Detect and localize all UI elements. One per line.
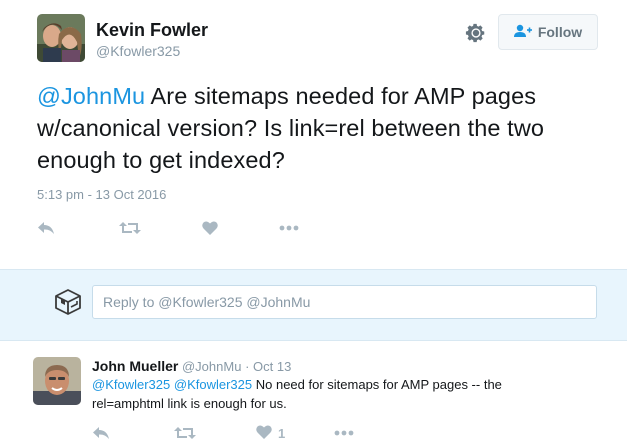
reply-input[interactable]: Reply to @Kfowler325 @JohnMu: [92, 285, 597, 319]
like-button[interactable]: 1: [256, 423, 285, 443]
retweet-icon[interactable]: [119, 218, 141, 238]
reply-text: @Kfowler325 @Kfowler325 No need for site…: [92, 375, 562, 413]
tweet-text: @JohnMu Are sitemaps needed for AMP page…: [37, 80, 607, 176]
author-name[interactable]: Kevin Fowler: [96, 20, 208, 41]
reply-tweet: John Mueller @JohnMu · Oct 13 @Kfowler32…: [0, 345, 627, 447]
mention-link[interactable]: @Kfowler325: [174, 377, 252, 392]
reply-date[interactable]: Oct 13: [253, 359, 291, 374]
reply-header: John Mueller @JohnMu · Oct 13: [92, 358, 291, 374]
more-icon[interactable]: [334, 423, 354, 443]
gear-icon[interactable]: [465, 22, 487, 44]
reply-separator: ·: [245, 359, 250, 374]
avatar[interactable]: [37, 14, 85, 62]
reply-icon[interactable]: [92, 423, 110, 443]
author-handle[interactable]: @Kfowler325: [96, 43, 180, 59]
avatar[interactable]: [33, 357, 81, 405]
follow-label: Follow: [537, 24, 583, 40]
reply-actions: 1: [92, 423, 392, 443]
tweet-timestamp[interactable]: 5:13 pm - 13 Oct 2016: [37, 187, 166, 202]
heart-icon: [256, 424, 272, 442]
like-count: 1: [278, 425, 286, 441]
reply-author-name[interactable]: John Mueller: [92, 358, 178, 374]
follow-button[interactable]: Follow: [498, 14, 598, 50]
add-user-icon: [513, 24, 532, 41]
reply-composer-icon: [53, 286, 83, 318]
tweet-header: Kevin Fowler @Kfowler325 Follow: [37, 14, 617, 64]
reply-icon[interactable]: [37, 218, 55, 238]
tweet-actions: [37, 218, 337, 238]
more-icon[interactable]: [279, 218, 299, 238]
reply-composer: Reply to @Kfowler325 @JohnMu: [0, 269, 627, 341]
mention-link[interactable]: @Kfowler325: [92, 377, 170, 392]
retweet-icon[interactable]: [174, 423, 196, 443]
heart-icon[interactable]: [202, 218, 218, 238]
reply-author-handle[interactable]: @JohnMu: [182, 359, 241, 374]
mention-link[interactable]: @JohnMu: [37, 83, 145, 109]
